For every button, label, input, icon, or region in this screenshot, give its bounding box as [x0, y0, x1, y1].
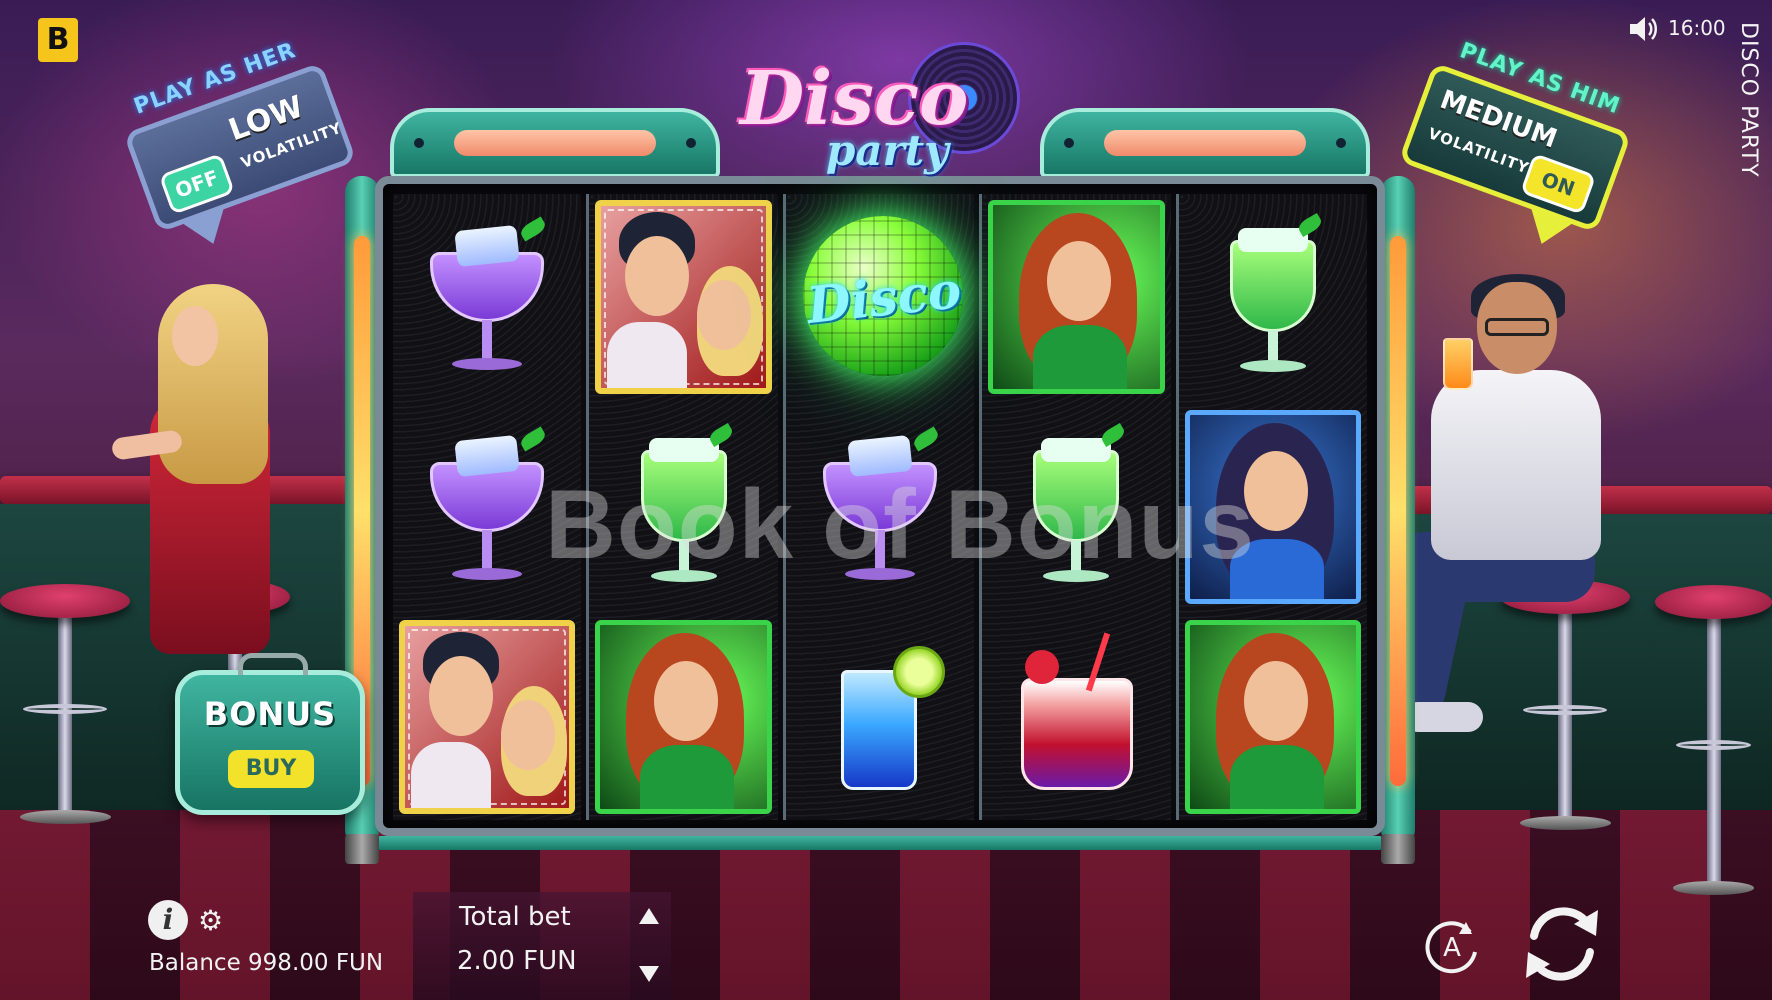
- reel-1: [393, 194, 582, 820]
- reel-2: [586, 194, 778, 820]
- spin-button[interactable]: [1514, 896, 1610, 992]
- reels-grid: Disco: [393, 194, 1368, 820]
- symbol-purple-cocktail: [393, 194, 581, 400]
- machine-foot: [1381, 834, 1415, 864]
- machine-top-left: [390, 108, 720, 178]
- bonus-buy-button[interactable]: BONUS BUY: [175, 653, 365, 815]
- symbol-green-cocktail: [1179, 194, 1367, 400]
- symbol-redhead-tile: [589, 614, 777, 820]
- symbol-couple-tile: [393, 614, 581, 820]
- symbol-green-cocktail: [982, 404, 1170, 610]
- bet-value: 2.00 FUN: [457, 946, 577, 976]
- buy-label: BUY: [228, 750, 314, 788]
- symbol-brunette-tile: [1179, 404, 1367, 610]
- bonus-buy-label: BONUS: [203, 695, 337, 733]
- machine-top-right: [1040, 108, 1370, 178]
- man-character: [1382, 274, 1625, 742]
- woman-character: [110, 284, 290, 664]
- symbol-green-cocktail: [589, 404, 777, 610]
- bet-increase-button[interactable]: [639, 908, 659, 924]
- reel-4: [979, 194, 1171, 820]
- symbol-disco-wild: Disco: [786, 194, 974, 400]
- autoplay-label: A: [1443, 933, 1461, 963]
- game-logo: Disco party: [740, 42, 1040, 192]
- bet-decrease-button[interactable]: [639, 966, 659, 982]
- bar-stool: [1655, 585, 1772, 895]
- info-button[interactable]: i: [148, 900, 188, 940]
- clock: 16:00: [1668, 16, 1726, 40]
- symbol-redhead-tile: [1179, 614, 1367, 820]
- balance-display: Balance 998.00 FUN: [149, 950, 384, 976]
- her-volatility-toggle[interactable]: OFF: [158, 152, 236, 215]
- reel-5: [1175, 194, 1368, 820]
- reel-3: Disco: [782, 194, 975, 820]
- game-title: DISCO PARTY: [1736, 22, 1761, 178]
- symbol-couple-tile: [589, 194, 777, 400]
- speaker-icon[interactable]: [1628, 14, 1660, 44]
- symbol-red-drink: [982, 614, 1170, 820]
- machine-base: [375, 836, 1385, 850]
- refresh-icon: [1526, 907, 1598, 981]
- machine-pillar-right: [1381, 176, 1415, 846]
- bet-panel: Total bet 2.00 FUN: [413, 892, 671, 1000]
- symbol-redhead-tile: [982, 194, 1170, 400]
- machine-foot: [345, 834, 379, 864]
- symbol-purple-cocktail: [786, 404, 974, 610]
- reel-window: Disco: [375, 176, 1385, 836]
- logo-subtitle: party: [826, 126, 949, 175]
- bet-title: Total bet: [459, 902, 571, 932]
- brand-logo: B: [38, 18, 78, 62]
- bar-stool: [0, 584, 130, 824]
- autoplay-button[interactable]: A: [1422, 916, 1482, 976]
- gear-icon[interactable]: ⚙: [198, 906, 223, 936]
- him-volatility-toggle[interactable]: ON: [1519, 152, 1597, 215]
- symbol-purple-cocktail: [393, 404, 581, 610]
- slot-machine: Disco: [345, 98, 1415, 864]
- symbol-blue-drink: [786, 614, 974, 820]
